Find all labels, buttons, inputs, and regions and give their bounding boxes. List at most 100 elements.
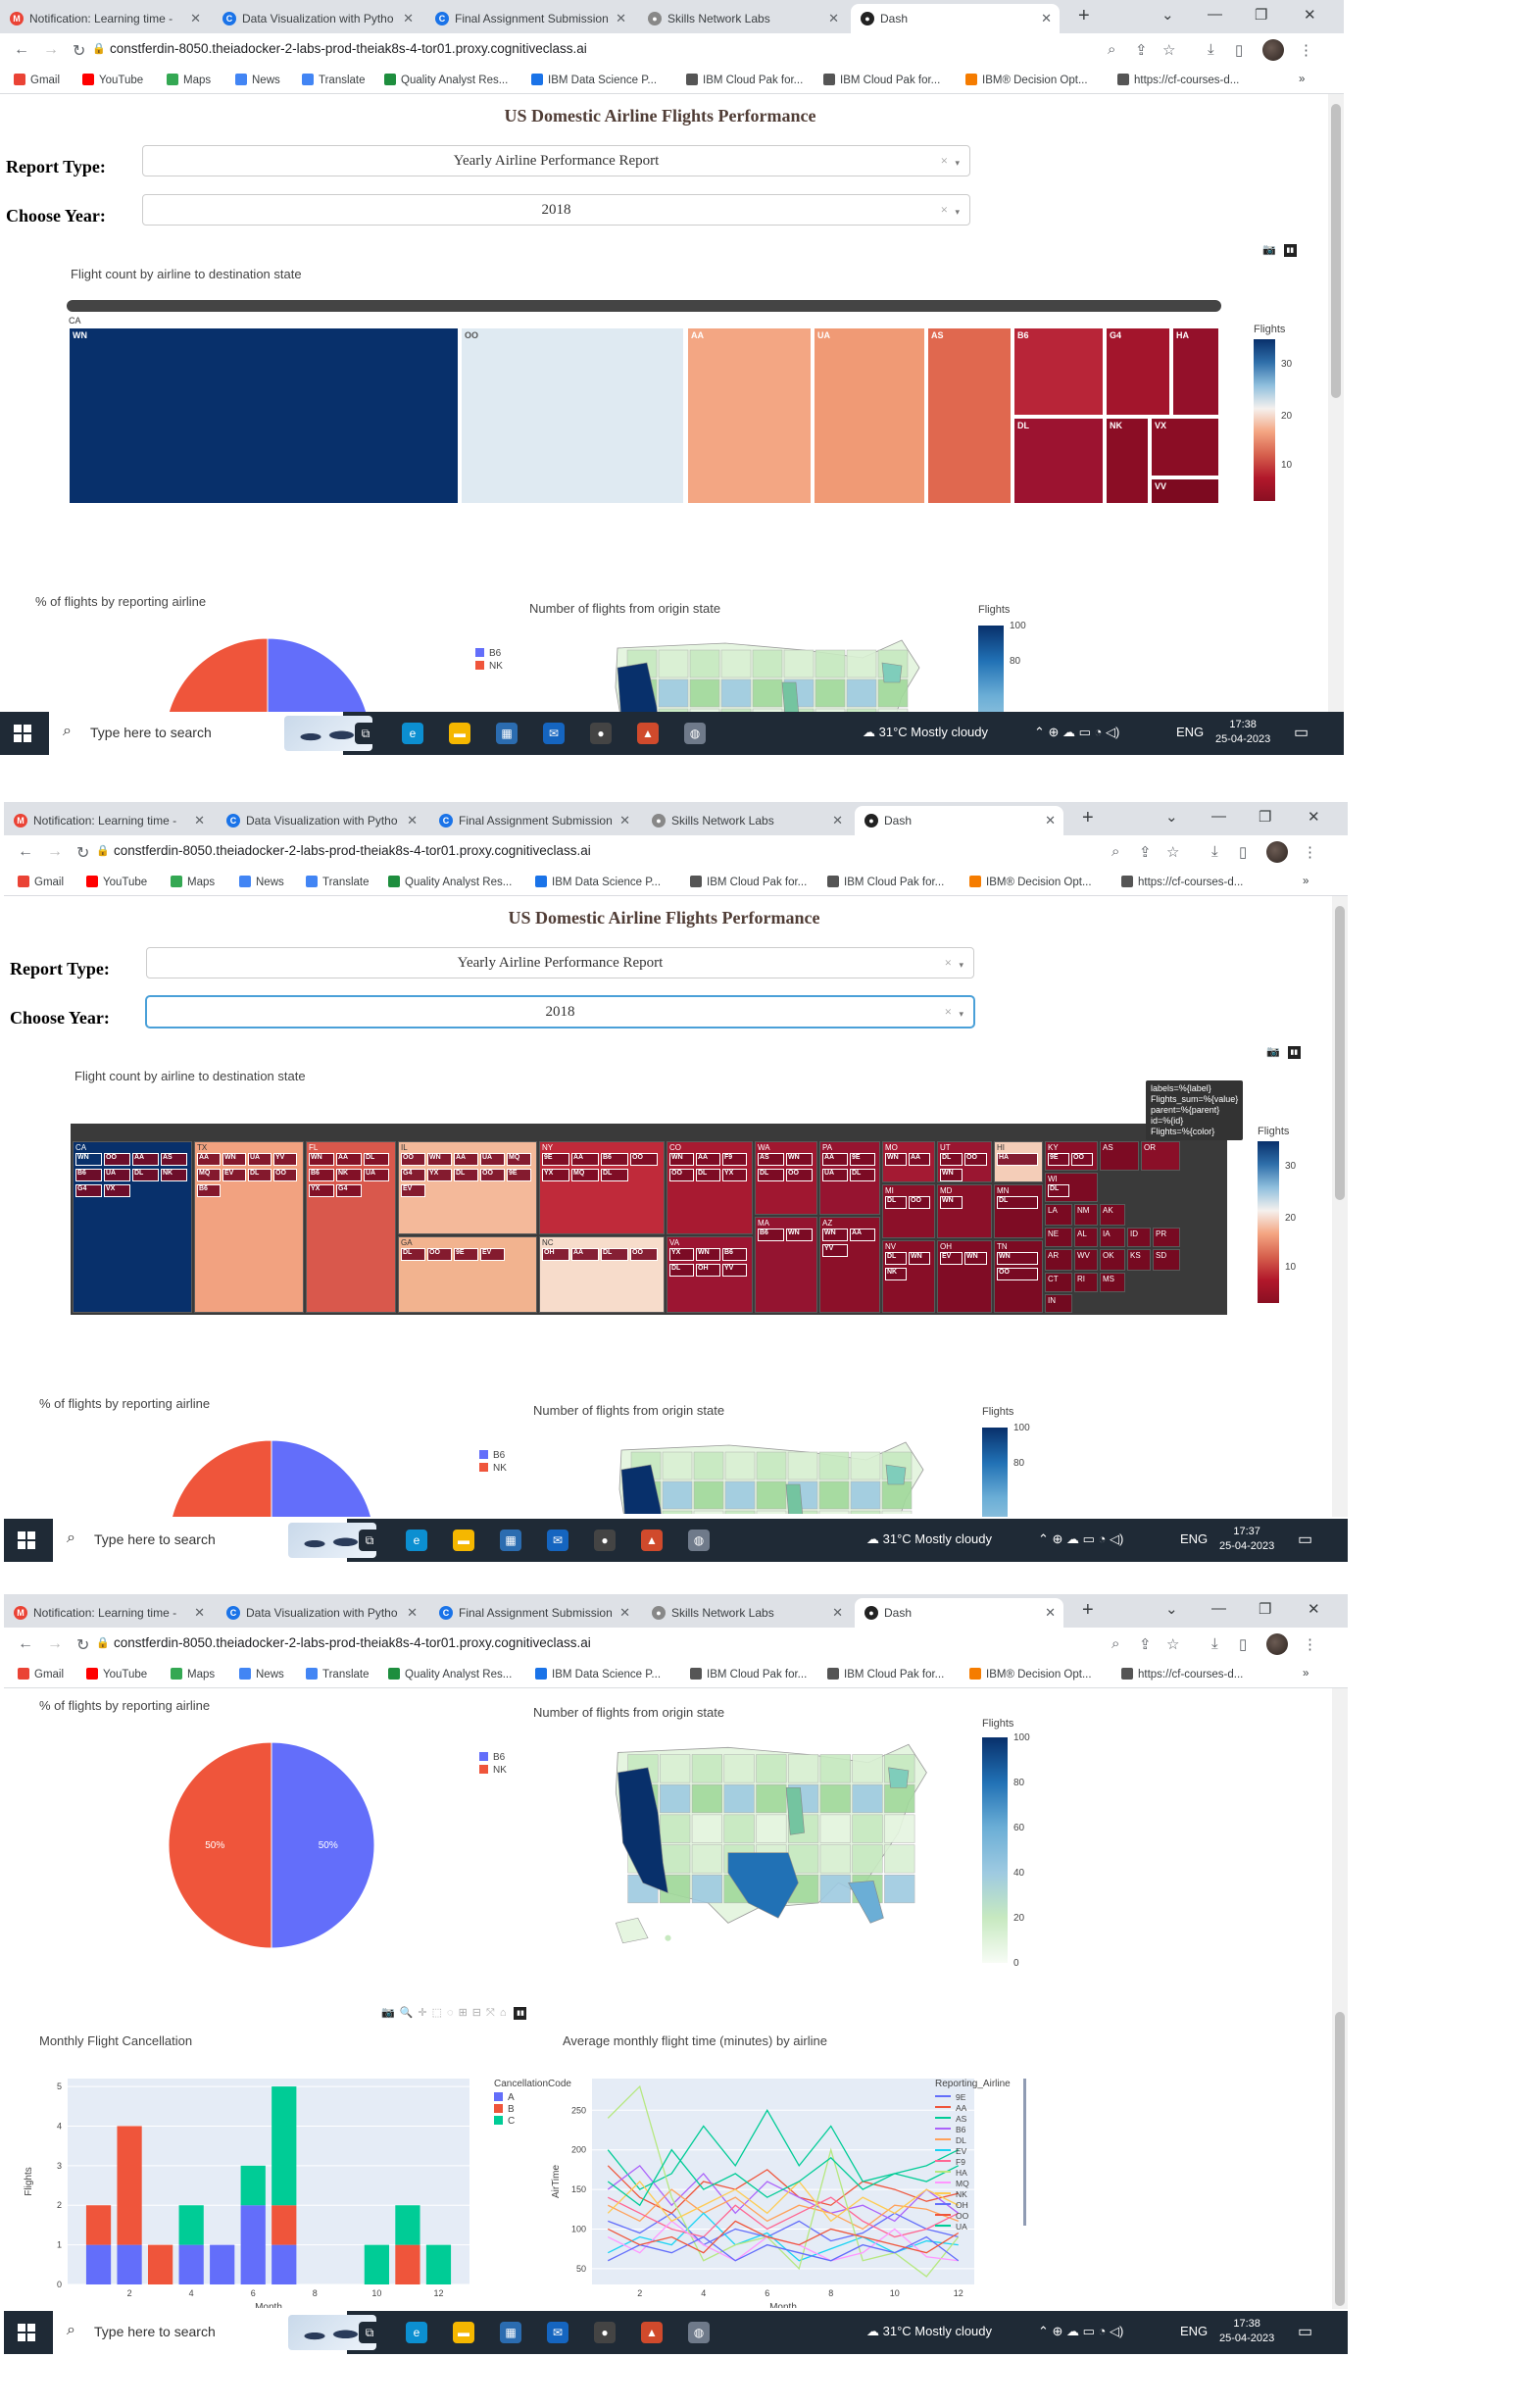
treemap-chart[interactable]: CA WN OO AA UA AS B6 G4 HA DL NK VX VV (67, 300, 1221, 508)
profile-avatar[interactable] (1266, 1633, 1288, 1655)
tray-icons[interactable]: ⌃ ⊕ ☁ ▭ ◔ ◁) (1038, 1531, 1123, 1547)
bookmark-item[interactable]: YouTube (86, 1668, 147, 1681)
treemap-cell[interactable]: MQ (197, 1169, 221, 1181)
treemap-cell[interactable]: WN (427, 1153, 452, 1166)
treemap-cell[interactable]: YX (309, 1184, 334, 1197)
treemap-state-block[interactable]: OK (1100, 1249, 1125, 1271)
task-view-icon[interactable]: ⧉ (355, 723, 376, 744)
treemap-cell[interactable]: OO (909, 1196, 930, 1209)
side-panel-icon[interactable]: ▯ (1239, 1635, 1247, 1653)
cancellation-legend-item[interactable]: A (494, 2092, 515, 2103)
download-icon[interactable]: ⤓ (1208, 41, 1214, 58)
tab-close-icon[interactable]: ✕ (407, 1605, 418, 1621)
bookmark-item[interactable]: IBM® Decision Opt... (969, 876, 1092, 888)
minimize-icon[interactable]: — (1208, 6, 1222, 23)
taskbar-clock[interactable]: 17:38 25-04-2023 (1219, 2317, 1274, 2346)
treemap-cell[interactable]: WN (909, 1252, 930, 1265)
language-indicator[interactable]: ENG (1180, 2324, 1208, 2338)
download-icon[interactable]: ⤓ (1211, 843, 1218, 860)
treemap-state-block[interactable]: ID (1127, 1228, 1151, 1247)
airtime-chart[interactable]: 50 100 150 200 250 2 4 6 8 10 12 AirTime Month (543, 2043, 984, 2308)
treemap-state-block[interactable]: RI (1074, 1273, 1098, 1292)
zoom-icon[interactable]: ⌕ (1111, 843, 1119, 860)
browser-tab[interactable]: ● Dash ✕ (851, 4, 1060, 33)
weather-widget[interactable]: ☁ 31°C Mostly cloudy (863, 725, 988, 740)
treemap-cell[interactable]: AA (336, 1153, 362, 1166)
treemap-cell[interactable]: UA (822, 1169, 848, 1181)
store-icon[interactable]: ▦ (500, 2322, 521, 2343)
treemap-state-block[interactable]: WV (1074, 1249, 1098, 1271)
tab-close-icon[interactable]: ✕ (194, 813, 205, 828)
treemap-state-block[interactable]: OH EV WN (937, 1240, 992, 1313)
app-icon[interactable]: ◍ (684, 723, 706, 744)
treemap-cell[interactable]: AS (161, 1153, 187, 1166)
tab-close-icon[interactable]: ✕ (1045, 813, 1056, 828)
treemap-cell[interactable]: AA (197, 1153, 221, 1166)
bookmark-item[interactable]: IBM Cloud Pak for... (827, 876, 944, 888)
choropleth-map[interactable] (612, 1430, 945, 1514)
treemap-cell[interactable]: MQ (571, 1169, 599, 1181)
notifications-icon[interactable]: ▭ (1298, 1530, 1312, 1549)
airtime-legend-item[interactable]: NK (935, 2189, 967, 2199)
treemap-cell[interactable]: B6 (758, 1229, 784, 1241)
browser-tab[interactable]: ● Dash ✕ (855, 806, 1063, 835)
treemap-cell[interactable]: G4 (401, 1169, 425, 1181)
side-panel-icon[interactable]: ▯ (1235, 41, 1243, 59)
minimize-icon[interactable]: — (1211, 1600, 1226, 1617)
pan-icon[interactable]: ✛ (418, 2006, 426, 2019)
treemap-cell[interactable]: WN (964, 1252, 987, 1265)
new-tab-icon[interactable]: + (1082, 807, 1094, 829)
clear-icon[interactable]: × (941, 195, 948, 225)
taskbar-clock[interactable]: 17:38 25-04-2023 (1215, 718, 1270, 747)
treemap-state-block[interactable]: NV DL WN NK (882, 1240, 935, 1313)
treemap-cell[interactable]: WN (69, 327, 459, 504)
kebab-menu-icon[interactable]: ⋮ (1303, 843, 1317, 861)
bookmark-item[interactable]: Gmail (18, 1668, 64, 1681)
forward-icon[interactable]: → (47, 843, 63, 861)
edge-icon[interactable]: e (406, 1530, 427, 1551)
treemap-state-block[interactable]: OR (1141, 1141, 1180, 1171)
treemap-state-block[interactable]: GA DL OO 9E EV (398, 1236, 537, 1313)
treemap-cell[interactable]: WN (786, 1229, 813, 1241)
start-menu-icon[interactable] (14, 725, 31, 742)
airtime-legend-item[interactable]: B6 (935, 2125, 965, 2134)
bookmark-item[interactable]: Translate (306, 876, 370, 888)
bookmarks-more-icon[interactable]: » (1299, 74, 1305, 85)
treemap-cell[interactable]: OO (273, 1169, 297, 1181)
file-explorer-icon[interactable]: ▬ (453, 1530, 474, 1551)
bookmark-item[interactable]: Quality Analyst Res... (388, 876, 512, 888)
bookmark-item[interactable]: IBM Cloud Pak for... (690, 876, 807, 888)
airtime-legend-item[interactable]: 9E (935, 2092, 965, 2102)
tab-close-icon[interactable]: ✕ (616, 11, 626, 26)
airtime-legend-item[interactable]: EV (935, 2146, 966, 2156)
pie-legend-item[interactable]: B6 (479, 1450, 505, 1461)
treemap-state-block[interactable]: IL OO WN AA UA MQ G4 YX DL OO 9E EV (398, 1141, 537, 1234)
bookmark-star-icon[interactable]: ☆ (1162, 41, 1175, 59)
treemap-state-block[interactable]: MN DL (994, 1184, 1043, 1238)
treemap-cell[interactable]: YX (669, 1248, 694, 1261)
app-icon[interactable]: ● (590, 723, 612, 744)
minimize-icon[interactable]: — (1211, 808, 1226, 825)
bookmark-item[interactable]: YouTube (82, 74, 143, 86)
weather-widget[interactable]: ☁ 31°C Mostly cloudy (866, 1531, 992, 1547)
choropleth-map[interactable] (612, 1732, 945, 1953)
share-icon[interactable]: ⇪ (1135, 41, 1148, 59)
treemap-cell[interactable]: 9E (1048, 1153, 1069, 1166)
treemap-state-block[interactable]: SD (1153, 1249, 1180, 1271)
cancellation-legend-item[interactable]: B (494, 2104, 515, 2115)
clear-icon[interactable]: × (945, 948, 952, 978)
treemap-state-block[interactable]: IN (1045, 1294, 1072, 1313)
restore-icon[interactable]: ❐ (1259, 1600, 1271, 1618)
treemap-cell[interactable]: EV (222, 1169, 246, 1181)
treemap-cell[interactable]: B6 (601, 1153, 628, 1166)
tab-close-icon[interactable]: ✕ (619, 1605, 630, 1621)
treemap-cell[interactable]: DL (669, 1264, 694, 1277)
treemap-cell[interactable]: VX (104, 1184, 130, 1197)
reload-icon[interactable]: ↻ (76, 1635, 89, 1655)
tab-close-icon[interactable]: ✕ (403, 11, 414, 26)
share-icon[interactable]: ⇪ (1139, 1635, 1152, 1653)
mail-icon[interactable]: ✉ (543, 723, 565, 744)
mail-icon[interactable]: ✉ (547, 2322, 568, 2343)
share-icon[interactable]: ⇪ (1139, 843, 1152, 861)
treemap-cell[interactable]: B6 (197, 1184, 221, 1197)
